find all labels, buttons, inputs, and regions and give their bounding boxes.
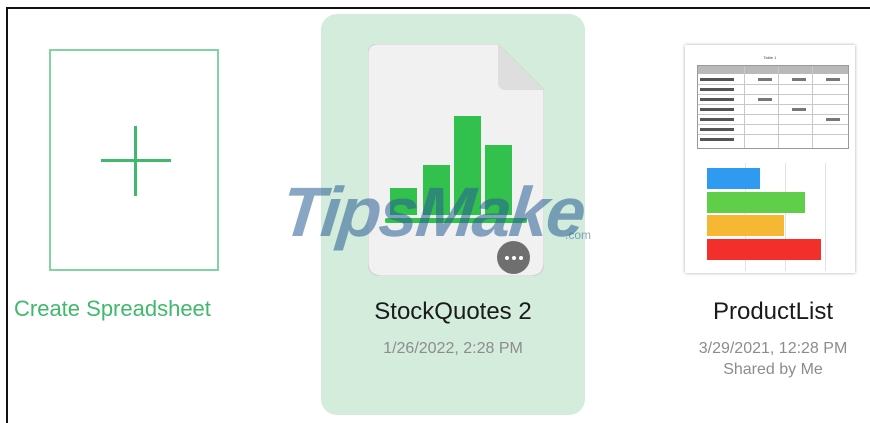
create-spreadsheet-tile[interactable] [49, 49, 219, 271]
window-frame-left [6, 7, 8, 423]
create-spreadsheet-label[interactable]: Create Spreadsheet [14, 296, 264, 322]
thumbnail-bar-green [707, 192, 805, 213]
thumbnail-bar-red [707, 239, 821, 260]
shared-status: Shared by Me [723, 361, 823, 378]
file-date: 1/26/2022, 2:28 PM [383, 340, 523, 357]
watermark-suffix: .com [565, 228, 592, 242]
file-name: StockQuotes 2 [374, 298, 532, 325]
file-name: ProductList [712, 298, 834, 325]
thumbnail-table [697, 65, 849, 149]
productlist-thumbnail[interactable]: Table 1 [685, 45, 855, 273]
window-frame-top [6, 7, 870, 9]
thumbnail-bar-yellow [707, 215, 784, 236]
plus-icon [134, 126, 137, 196]
thumbnail-bar-blue [707, 168, 760, 189]
thumbnail-title: Table 1 [763, 55, 777, 60]
watermark-logo: TipsMake [277, 173, 588, 251]
file-date: 3/29/2021, 12:28 PM [698, 340, 848, 357]
